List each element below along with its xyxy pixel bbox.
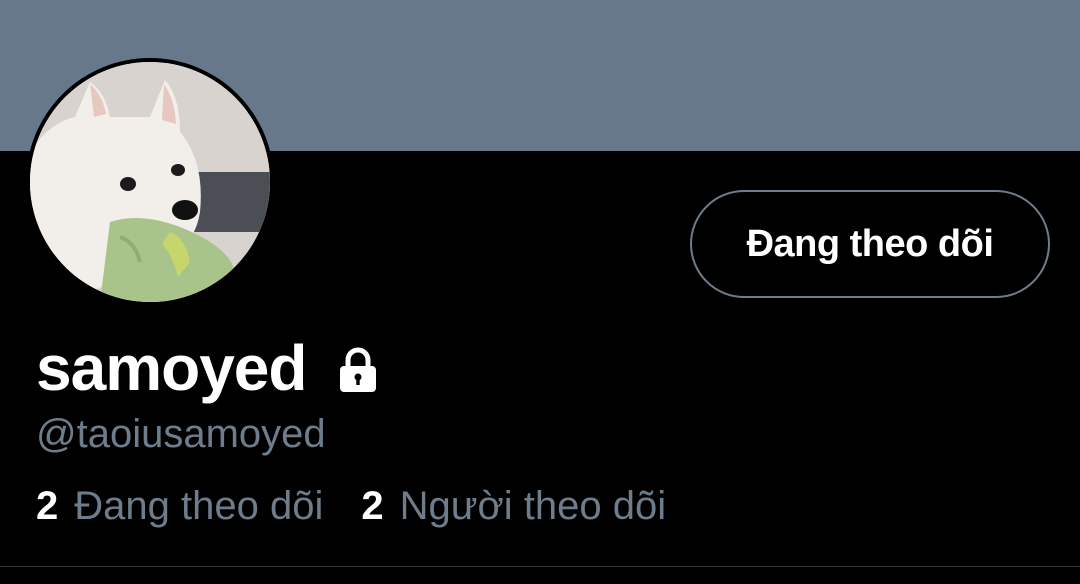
following-button[interactable]: Đang theo dõi xyxy=(690,190,1050,298)
samoyed-dog-image xyxy=(30,62,270,302)
following-label: Đang theo dõi xyxy=(74,484,324,528)
following-stat-link[interactable]: 2 Đang theo dõi xyxy=(36,482,323,530)
following-count: 2 xyxy=(36,484,59,528)
followers-stat-link[interactable]: 2 Người theo dõi xyxy=(361,482,666,530)
followers-count: 2 xyxy=(361,484,384,528)
profile-handle: @taoiusamoyed xyxy=(36,412,326,456)
profile-display-name: samoyed xyxy=(36,332,307,404)
profile-stats: 2 Đang theo dõi 2 Người theo dõi xyxy=(36,482,666,530)
avatar-image xyxy=(30,62,270,302)
profile-name-row: samoyed xyxy=(36,332,382,404)
followers-label: Người theo dõi xyxy=(399,484,667,528)
lock-icon xyxy=(334,346,382,394)
profile-page: Đang theo dõi samoyed @taoiusamoyed 2 Đa… xyxy=(0,0,1080,584)
section-divider xyxy=(0,566,1080,567)
profile-avatar[interactable] xyxy=(26,58,274,306)
